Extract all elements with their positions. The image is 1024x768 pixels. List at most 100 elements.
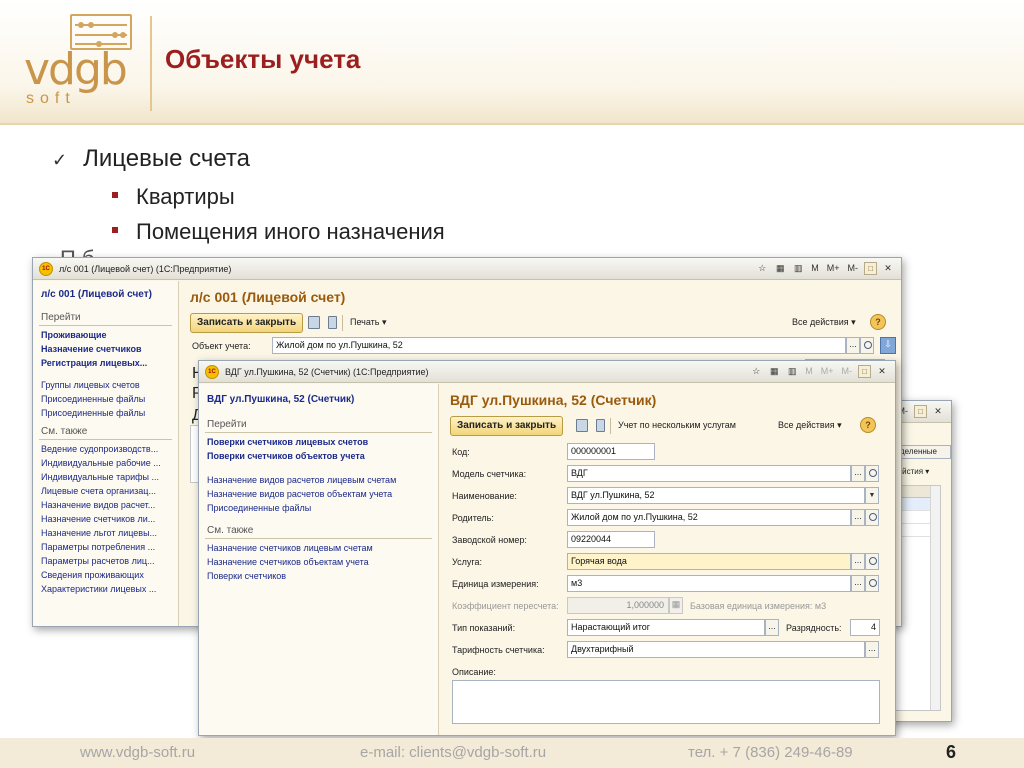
calendar-icon[interactable]: ▥ [785, 364, 799, 379]
model-select-button[interactable]: ... [851, 465, 865, 482]
unit-search-icon[interactable] [865, 575, 879, 592]
memory-button[interactable]: M [803, 364, 815, 379]
model-input[interactable]: ВДГ [567, 465, 851, 482]
nav-link-meters-objects[interactable]: Назначение счетчиков объектам учета [199, 555, 438, 569]
service-search-icon[interactable] [865, 553, 879, 570]
parent-select-button[interactable]: ... [851, 509, 865, 526]
nav-link-see-also-8[interactable]: Параметры расчетов лиц... [33, 554, 178, 568]
nav-link-account-verifications[interactable]: Поверки счетчиков лицевых счетов [199, 435, 438, 449]
back-maximize-button[interactable]: □ [914, 405, 927, 418]
model-row: Модель счетчика: ВДГ ... [452, 465, 882, 483]
tariff-select-button[interactable]: ... [865, 641, 879, 658]
nav-link-account-groups[interactable]: Группы лицевых счетов [33, 378, 178, 392]
nav-header[interactable]: ВДГ ул.Пушкина, 52 (Счетчик) [199, 384, 438, 413]
calendar-icon[interactable]: ▥ [791, 261, 805, 276]
object-open-icon[interactable]: ⇩ [880, 337, 896, 354]
save-icon[interactable] [576, 419, 588, 432]
save-close-button[interactable]: Записать и закрыть [450, 416, 564, 436]
nav-link-meters-accounts[interactable]: Назначение счетчиков лицевым счетам [199, 541, 438, 555]
parent-search-icon[interactable] [865, 509, 879, 526]
nav-link-see-also-2[interactable]: Индивидуальные тарифы ... [33, 470, 178, 484]
back-table-scrollbar[interactable] [930, 486, 940, 710]
name-dropdown-icon[interactable]: ▼ [865, 487, 879, 504]
nav-link-meter-verifications[interactable]: Поверки счетчиков [199, 569, 438, 583]
help-button[interactable]: ? [860, 417, 876, 433]
model-search-icon[interactable] [865, 465, 879, 482]
object-input[interactable]: Жилой дом по ул.Пушкина, 52 [272, 337, 846, 354]
all-actions-menu[interactable]: Все действия ▾ [792, 317, 856, 328]
nav-section-see-also: См. также [205, 519, 432, 539]
calculator-icon[interactable]: ▦ [773, 261, 787, 276]
factor-input[interactable]: 1,000000 [567, 597, 669, 614]
save-icon[interactable] [308, 316, 320, 329]
unit-row: Единица измерения: м3 ... [452, 575, 882, 593]
object-search-icon[interactable] [860, 337, 874, 354]
parent-input[interactable]: Жилой дом по ул.Пушкина, 52 [567, 509, 851, 526]
document-icon[interactable] [596, 419, 605, 432]
nav-link-see-also-10[interactable]: Характеристики лицевых ... [33, 582, 178, 596]
back-assigned-button[interactable]: деленные [897, 445, 951, 459]
nav-header[interactable]: л/с 001 (Лицевой счет) [33, 281, 178, 306]
account-nav-panel: л/с 001 (Лицевой счет) Перейти Проживающ… [33, 281, 179, 626]
unit-input[interactable]: м3 [567, 575, 851, 592]
nav-link-calc-objects[interactable]: Назначение видов расчетов объектам учета [199, 487, 438, 501]
favorite-icon[interactable]: ☆ [749, 364, 763, 379]
reading-type-input[interactable]: Нарастающий итог [567, 619, 765, 636]
service-input[interactable]: Горячая вода [567, 553, 851, 570]
save-close-button[interactable]: Записать и закрыть [190, 313, 304, 333]
nav-link-see-also-0[interactable]: Ведение судопроизводств... [33, 442, 178, 456]
description-textarea[interactable] [452, 680, 880, 724]
digits-input[interactable]: 4 [850, 619, 880, 636]
nav-link-see-also-7[interactable]: Параметры потребления ... [33, 540, 178, 554]
maximize-button[interactable]: □ [858, 365, 871, 378]
nav-link-attached-files-2[interactable]: Присоединенные файлы [33, 406, 178, 420]
close-button[interactable]: ✕ [881, 261, 895, 276]
code-row: Код: 000000001 [452, 443, 882, 461]
nav-link-see-also-1[interactable]: Индивидуальные рабочие ... [33, 456, 178, 470]
memory-minus-button[interactable]: M- [840, 364, 855, 379]
nav-link-see-also-6[interactable]: Назначение льгот лицевы... [33, 526, 178, 540]
service-label: Услуга: [452, 557, 482, 567]
factor-calc-icon[interactable]: ▦ [669, 597, 683, 614]
print-menu[interactable]: Печать ▾ [350, 317, 387, 328]
help-button[interactable]: ? [870, 314, 886, 330]
maximize-button[interactable]: □ [864, 262, 877, 275]
name-input[interactable]: ВДГ ул.Пушкина, 52 [567, 487, 865, 504]
meter-window-title: ВДГ ул.Пушкина, 52 (Счетчик) (1С:Предпри… [225, 367, 429, 377]
object-select-button[interactable]: ... [846, 337, 860, 354]
footer-email[interactable]: e-mail: clients@vdgb-soft.ru [360, 744, 546, 761]
memory-plus-button[interactable]: M+ [825, 261, 842, 276]
nav-link-see-also-9[interactable]: Сведения проживающих [33, 568, 178, 582]
memory-minus-button[interactable]: M- [846, 261, 861, 276]
digits-label: Разрядность: [786, 623, 842, 633]
nav-link-calc-accounts[interactable]: Назначение видов расчетов лицевым счетам [199, 473, 438, 487]
account-window-titlebar: 1C л/с 001 (Лицевой счет) (1С:Предприяти… [33, 258, 901, 280]
favorite-icon[interactable]: ☆ [755, 261, 769, 276]
calculator-icon[interactable]: ▦ [767, 364, 781, 379]
nav-link-see-also-4[interactable]: Назначение видов расчет... [33, 498, 178, 512]
memory-plus-button[interactable]: M+ [819, 364, 836, 379]
serial-input[interactable]: 09220044 [567, 531, 655, 548]
nav-link-meter-assignment[interactable]: Назначение счетчиков [33, 342, 178, 356]
nav-link-see-also-5[interactable]: Назначение счетчиков ли... [33, 512, 178, 526]
unit-select-button[interactable]: ... [851, 575, 865, 592]
tariff-label: Тарифность счетчика: [452, 645, 545, 655]
multi-service-button[interactable]: Учет по нескольким услугам [618, 420, 736, 430]
tariff-input[interactable]: Двухтарифный [567, 641, 865, 658]
document-icon[interactable] [328, 316, 337, 329]
code-input[interactable]: 000000001 [567, 443, 655, 460]
memory-button[interactable]: M [809, 261, 821, 276]
footer-website[interactable]: www.vdgb-soft.ru [80, 744, 195, 761]
all-actions-menu[interactable]: Все действия ▾ [778, 420, 842, 431]
nav-link-attached-files[interactable]: Присоединенные файлы [199, 501, 438, 515]
service-select-button[interactable]: ... [851, 553, 865, 570]
nav-link-residents[interactable]: Проживающие [33, 328, 178, 342]
close-button[interactable]: ✕ [875, 364, 889, 379]
nav-link-see-also-3[interactable]: Лицевые счета организац... [33, 484, 178, 498]
nav-link-attached-files[interactable]: Присоединенные файлы [33, 392, 178, 406]
nav-link-object-verifications[interactable]: Поверки счетчиков объектов учета [199, 449, 438, 463]
nav-link-registration[interactable]: Регистрация лицевых... [33, 356, 178, 370]
reading-type-select-button[interactable]: ... [765, 619, 779, 636]
tariff-row: Тарифность счетчика: Двухтарифный ... [452, 641, 882, 659]
back-close-button[interactable]: ✕ [931, 404, 945, 419]
